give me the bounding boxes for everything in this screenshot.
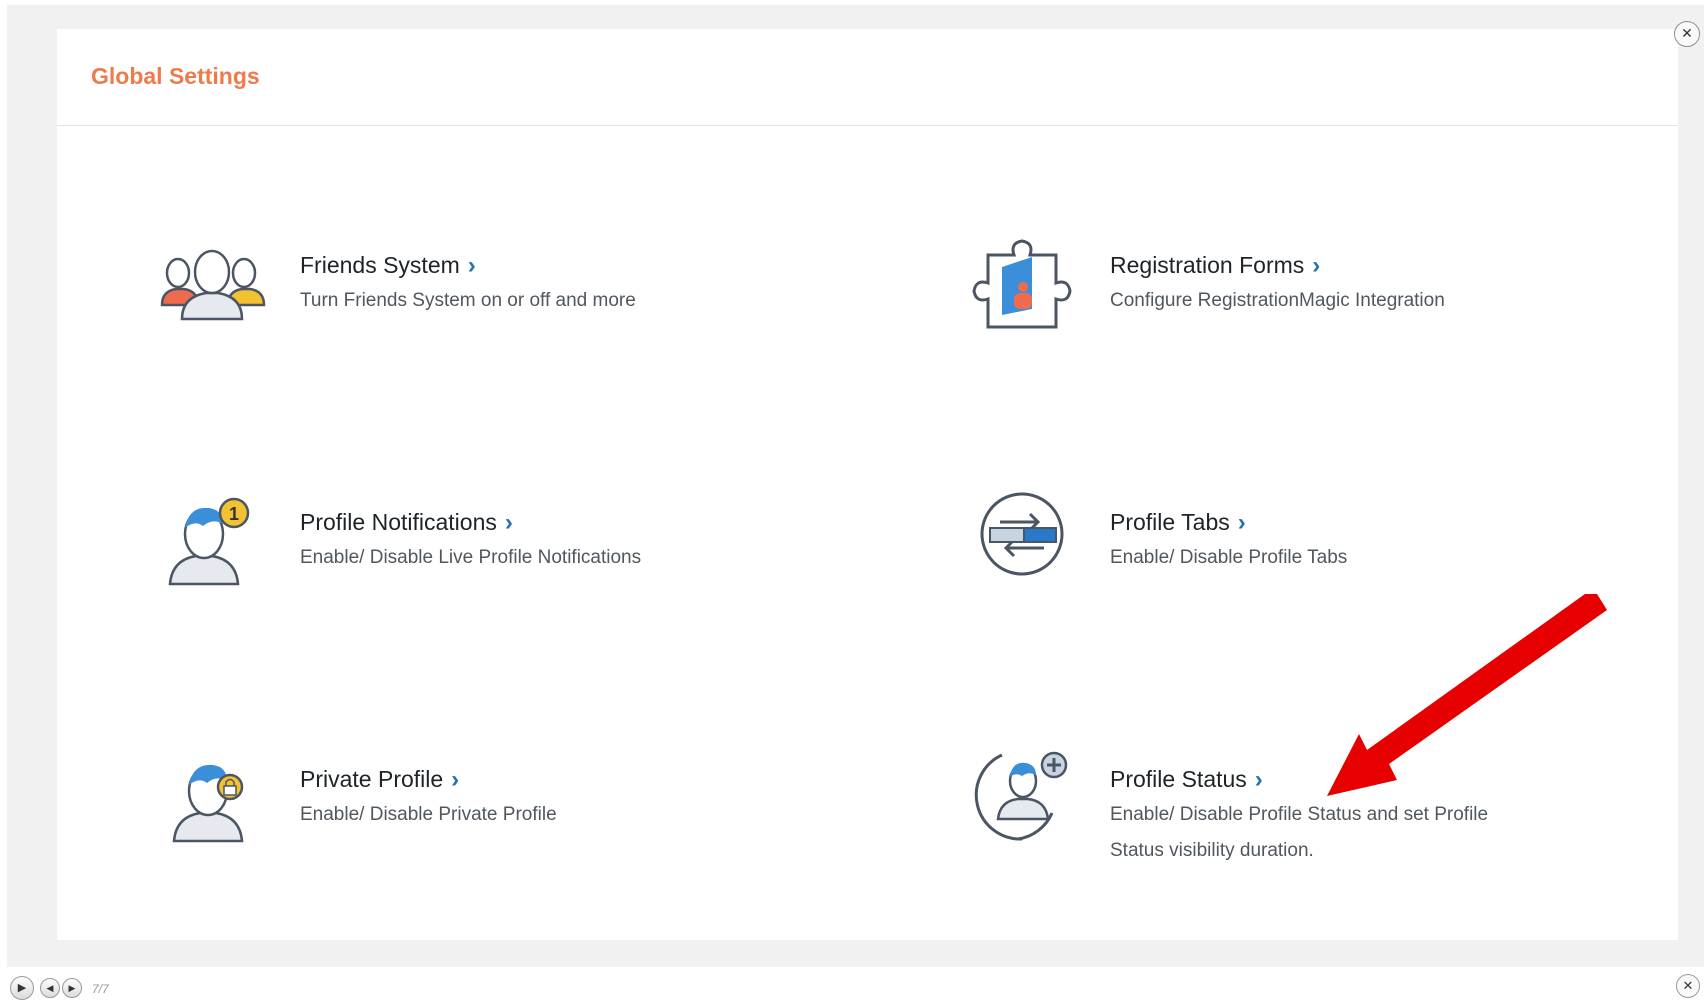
chevron-right-icon: › — [504, 509, 513, 536]
user-lock-icon — [152, 741, 272, 861]
card-description: Turn Friends System on or off and more — [300, 290, 636, 311]
slide-counter: 7/7 — [92, 982, 109, 996]
card-description: Enable/ Disable Profile Status and set P… — [1110, 804, 1489, 861]
friends-group-icon — [152, 227, 272, 347]
close-viewer-button[interactable]: ✕ — [1676, 974, 1700, 998]
card-description: Enable/ Disable Private Profile — [300, 804, 557, 825]
card-description: Enable/ Disable Live Profile Notificatio… — [300, 547, 642, 568]
card-title: Profile Notifications — [300, 509, 497, 535]
chevron-right-icon: › — [451, 766, 460, 793]
card-title: Friends System — [300, 252, 460, 278]
chevron-right-icon: › — [1312, 252, 1321, 279]
swap-tabs-icon — [962, 484, 1082, 604]
card-title: Profile Tabs — [1110, 509, 1230, 535]
screenshot-frame: Global Settings Friends System › Turn Fr… — [7, 5, 1704, 967]
card-title: Profile Status — [1110, 766, 1247, 792]
svg-text:1: 1 — [229, 504, 239, 524]
setting-card-registration-forms[interactable]: Registration Forms › Configure Registrati… — [962, 227, 1682, 387]
panel-header: Global Settings — [57, 29, 1678, 126]
card-title: Private Profile — [300, 766, 444, 792]
viewer-controls: ▶ ◀ ▶ 7/7 ✕ — [0, 968, 1704, 1006]
user-status-icon — [962, 741, 1082, 861]
card-description: Enable/ Disable Profile Tabs — [1110, 547, 1348, 568]
card-title: Registration Forms — [1110, 252, 1305, 278]
setting-card-private-profile[interactable]: Private Profile › Enable/ Disable Private… — [152, 741, 872, 901]
card-description: Configure RegistrationMagic Integration — [1110, 290, 1445, 311]
close-icon[interactable]: ✕ — [1674, 21, 1700, 47]
page-title: Global Settings — [91, 63, 260, 89]
previous-button[interactable]: ◀ — [40, 978, 60, 998]
user-notification-icon: 1 — [152, 484, 272, 604]
puzzle-piece-icon — [962, 227, 1082, 347]
chevron-right-icon: › — [1254, 766, 1263, 793]
chevron-right-icon: › — [467, 252, 476, 279]
play-button[interactable]: ▶ — [10, 976, 34, 1000]
settings-panel: Global Settings Friends System › Turn Fr… — [57, 29, 1678, 940]
setting-card-profile-notifications[interactable]: 1 Profile Notifications › Enable/ Disable… — [152, 484, 872, 644]
chevron-right-icon: › — [1237, 509, 1246, 536]
setting-card-friends-system[interactable]: Friends System › Turn Friends System on o… — [152, 227, 872, 387]
annotation-arrow-icon — [1327, 584, 1607, 804]
next-button[interactable]: ▶ — [62, 978, 82, 998]
